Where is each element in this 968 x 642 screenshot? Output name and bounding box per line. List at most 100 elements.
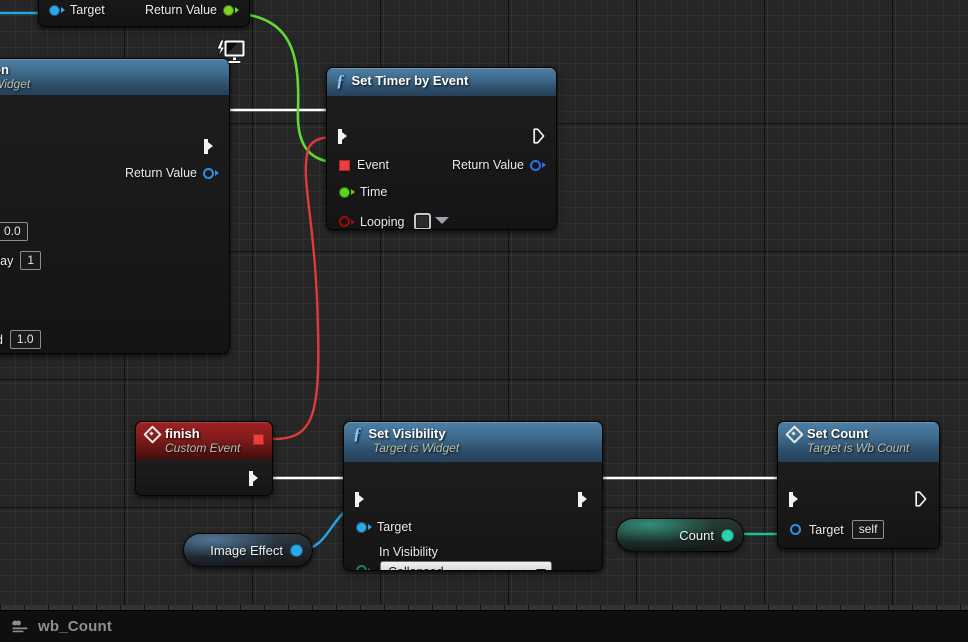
event-diamond-icon <box>145 427 158 440</box>
status-bar: wb_Count <box>0 610 968 642</box>
pin-row-sc-target[interactable]: Target self <box>790 520 885 539</box>
exec-out-pin-icon[interactable] <box>533 128 545 144</box>
exec-in-pin-icon[interactable] <box>355 492 368 507</box>
sc-target-self-value[interactable]: self <box>851 520 885 539</box>
blueprint-name-label: wb_Count <box>38 618 113 635</box>
pin-row-sv-in-visibility[interactable] <box>356 565 372 570</box>
set-timer-by-event-node[interactable]: ƒ Set Timer by Event Event Return Value … <box>326 67 557 230</box>
finish-title: finish <box>165 426 200 441</box>
blueprint-icon <box>11 619 29 635</box>
pin-row-return-value[interactable]: Return Value <box>145 3 239 17</box>
finish-header: finish Custom Event <box>136 422 272 460</box>
set-timer-title: Set Timer by Event <box>351 73 469 88</box>
left-node-ed-field-row[interactable]: ed 1.0 <box>0 330 41 349</box>
partial-node-left-subtitle: Widget <box>0 77 31 91</box>
chevron-down-icon <box>434 217 449 224</box>
settimer-return-value-arrow-icon <box>542 162 546 168</box>
target-pin-icon[interactable] <box>356 521 367 533</box>
left-node-return-value-label: Return Value <box>124 166 197 180</box>
pin-row-sv-exec-in[interactable] <box>355 492 368 507</box>
sc-count-label: Count <box>812 548 845 549</box>
pin-row-return-value-left-node[interactable]: Return Value <box>125 166 219 180</box>
set-timer-header: ƒ Set Timer by Event <box>327 68 556 96</box>
set-count-title: Set Count <box>807 426 869 441</box>
exec-out-pin-icon[interactable] <box>249 471 262 486</box>
blueprint-graph-canvas[interactable]: Target Return Value on Widget Return Val… <box>0 0 968 610</box>
variable-set-diamond-icon <box>787 427 800 440</box>
left-node-play-label: Play <box>0 253 14 268</box>
left-node-ed-label: ed <box>0 333 3 347</box>
get-image-effect-variable-node[interactable]: Image Effect <box>183 533 313 567</box>
target-pin-arrow-icon <box>368 524 372 530</box>
pin-row-exec-out-left-node[interactable] <box>204 139 217 154</box>
finish-subtitle: Custom Event <box>165 441 241 455</box>
count-out-pin-icon[interactable] <box>721 528 734 542</box>
time-pin-arrow-icon <box>351 189 355 195</box>
left-node-return-value-arrow-icon <box>215 170 219 176</box>
pin-row-exec-out[interactable] <box>533 128 545 144</box>
function-icon: ƒ <box>336 70 345 90</box>
finish-delegate-out-pin-icon[interactable] <box>253 434 264 445</box>
set-count-header: Set Count Target is Wb Count <box>778 422 939 462</box>
return-value-pin-icon[interactable] <box>223 4 234 16</box>
sv-target-label: Target <box>377 520 412 534</box>
pin-row-finish-exec-out[interactable] <box>249 471 262 486</box>
left-node-ed-value[interactable]: 1.0 <box>9 330 41 349</box>
pin-row-sc-exec-out[interactable] <box>915 491 927 507</box>
pin-row-settimer-return-value[interactable]: Return Value <box>452 158 546 172</box>
set-count-subtitle: Target is Wb Count <box>807 441 910 455</box>
set-visibility-header: ƒ Set Visibility Target is Widget <box>344 422 602 462</box>
pin-row-exec-in[interactable] <box>338 129 351 144</box>
in-visibility-pin-arrow-icon <box>368 567 372 570</box>
left-node-float-field-a[interactable]: 0.0 <box>0 222 28 241</box>
sc-target-label: Target <box>809 522 844 537</box>
time-pin-label: Time <box>360 185 388 199</box>
expand-node-caret[interactable] <box>327 217 556 224</box>
get-count-variable-node[interactable]: Count <box>616 518 744 552</box>
set-visibility-node[interactable]: ƒ Set Visibility Target is Widget Target… <box>343 421 603 571</box>
image-effect-label: Image Effect <box>210 542 283 558</box>
target-pin-label: Target <box>70 3 105 17</box>
left-node-return-value-pin-icon[interactable] <box>203 167 214 179</box>
in-visibility-pin-icon[interactable] <box>356 565 367 570</box>
finish-custom-event-node[interactable]: finish Custom Event <box>135 421 273 496</box>
image-effect-out-pin-icon[interactable] <box>290 543 303 557</box>
pin-row-sc-count[interactable]: Count <box>790 548 845 549</box>
settimer-return-value-pin-icon[interactable] <box>530 159 541 171</box>
set-count-node[interactable]: Set Count Target is Wb Count Target self <box>777 421 940 549</box>
event-pin-label: Event <box>357 158 389 172</box>
set-visibility-title: Set Visibility <box>368 426 446 441</box>
partial-node-left-title: on <box>0 62 9 77</box>
pin-row-sc-exec-in[interactable] <box>789 492 802 507</box>
target-pin-icon[interactable] <box>790 524 801 535</box>
partial-node-left[interactable]: on Widget Return Value 0.0 Play 1 <box>0 58 230 354</box>
exec-out-pin-icon[interactable] <box>578 492 591 507</box>
event-pin-icon[interactable] <box>339 159 350 171</box>
exec-out-pin-icon[interactable] <box>915 491 927 507</box>
left-node-play-value[interactable]: 1 <box>20 251 42 270</box>
left-node-play-field-row[interactable]: Play 1 <box>0 251 42 270</box>
sv-in-visibility-label: In Visibility <box>379 545 438 559</box>
exec-in-pin-icon[interactable] <box>789 492 802 507</box>
target-pin-icon[interactable] <box>49 4 60 16</box>
exec-out-pin-icon[interactable] <box>204 139 217 154</box>
pin-row-event[interactable]: Event <box>339 158 389 172</box>
count-label: Count <box>679 527 714 543</box>
pin-row-time[interactable]: Time <box>339 185 387 199</box>
time-pin-icon[interactable] <box>339 186 350 198</box>
target-pin-arrow-icon <box>61 7 65 13</box>
pin-row-target[interactable]: Target <box>49 3 105 17</box>
set-visibility-subtitle: Target is Widget <box>373 441 460 455</box>
create-widget-node-partial-top[interactable]: Target Return Value <box>38 0 250 27</box>
widget-monitor-icon <box>212 38 246 68</box>
in-visibility-value: Collapsed <box>388 565 444 571</box>
return-value-pin-arrow-icon <box>235 7 239 13</box>
in-visibility-dropdown[interactable]: Collapsed <box>380 561 552 571</box>
pin-row-sv-target[interactable]: Target <box>356 520 412 534</box>
exec-in-pin-icon[interactable] <box>338 129 351 144</box>
function-icon: ƒ <box>353 423 362 443</box>
settimer-return-value-label: Return Value <box>451 158 524 172</box>
partial-node-left-header: on Widget <box>0 59 229 95</box>
chevron-down-icon <box>536 568 546 570</box>
pin-row-sv-exec-out[interactable] <box>578 492 591 507</box>
